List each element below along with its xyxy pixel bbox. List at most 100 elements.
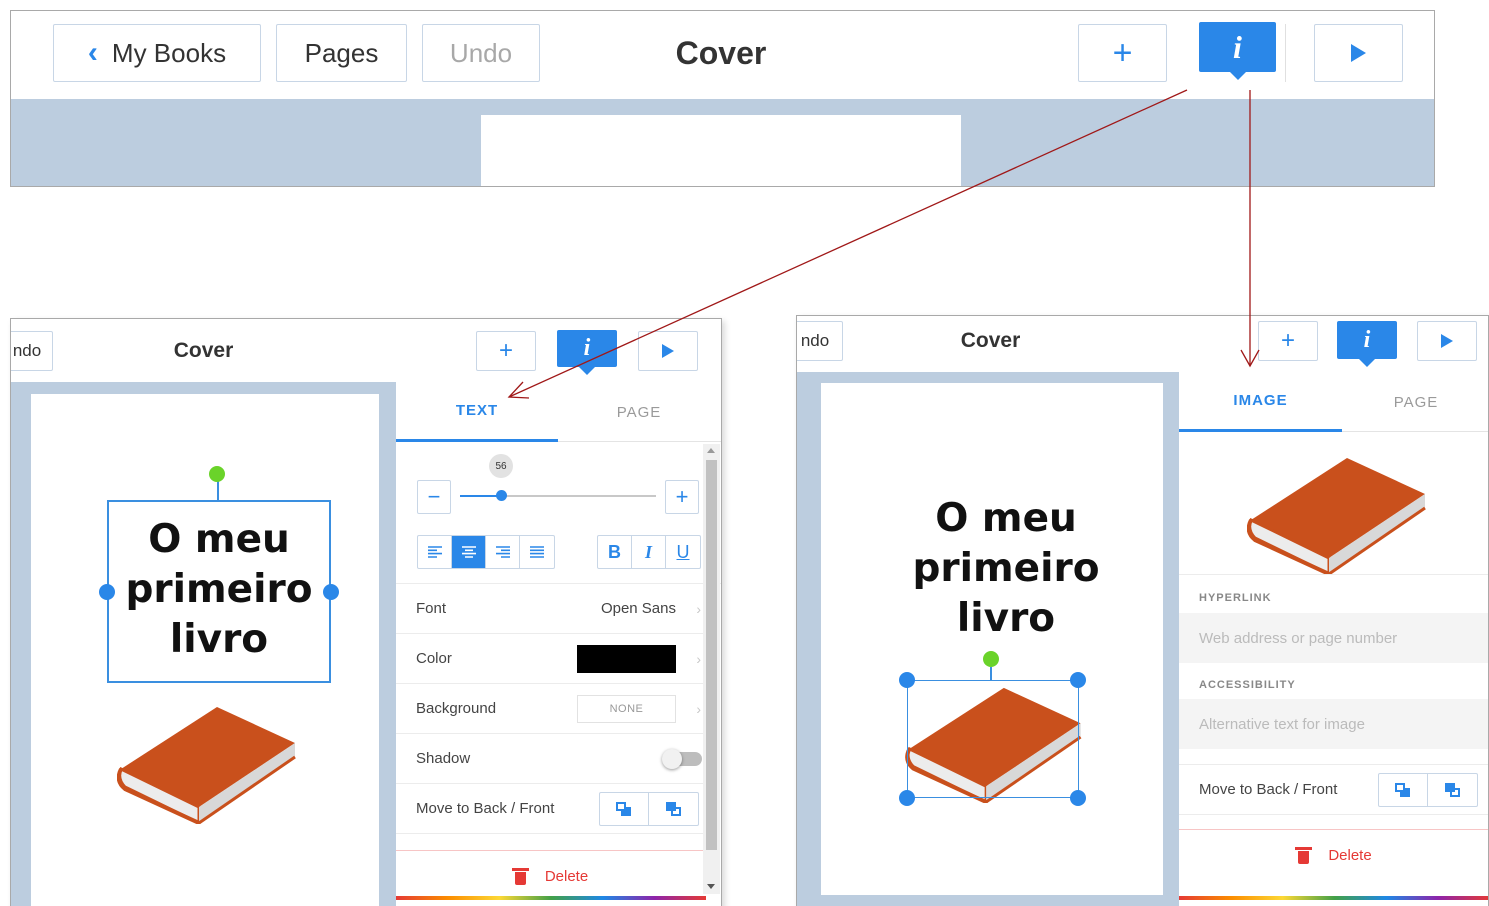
- play-icon: [1441, 334, 1453, 348]
- pages-button[interactable]: Pages: [276, 24, 407, 82]
- cover-line: O meu: [935, 496, 1077, 541]
- undo-button-partial[interactable]: ndo: [11, 331, 53, 371]
- top-toolbar: ‹ My Books Pages Undo Cover + i: [11, 11, 1434, 99]
- book-icon[interactable]: [117, 699, 297, 824]
- background-value[interactable]: NONE: [577, 695, 676, 723]
- top-editor-screenshot: ‹ My Books Pages Undo Cover + i: [10, 10, 1435, 187]
- cover-line: livro: [956, 596, 1056, 641]
- color-swatch[interactable]: [577, 645, 676, 673]
- undo-button[interactable]: Undo: [422, 24, 540, 82]
- bring-to-front-button[interactable]: [649, 793, 698, 825]
- info-button[interactable]: i: [1337, 321, 1397, 367]
- undo-button-partial[interactable]: ndo: [797, 321, 843, 361]
- undo-partial-label: ndo: [800, 331, 830, 350]
- rotate-connector: [990, 667, 992, 681]
- info-icon: i: [1233, 28, 1242, 65]
- add-button[interactable]: +: [476, 331, 536, 371]
- sidebar-tabs: TEXT PAGE: [396, 382, 721, 442]
- align-center-button[interactable]: [452, 536, 486, 568]
- align-right-button[interactable]: [486, 536, 520, 568]
- bring-to-front-button[interactable]: [1428, 774, 1477, 806]
- sidebar-tabs: IMAGE PAGE: [1179, 372, 1488, 432]
- resize-handle-bottom-right[interactable]: [1070, 790, 1086, 806]
- tab-text[interactable]: TEXT: [396, 382, 558, 442]
- move-order-row: Move to Back / Front: [396, 784, 706, 834]
- trash-icon: [511, 867, 529, 885]
- cover-page[interactable]: O meu primeiro livro: [821, 383, 1163, 895]
- scroll-up-icon[interactable]: [707, 448, 715, 453]
- cover-line: livro: [169, 617, 269, 662]
- tab-page[interactable]: PAGE: [558, 382, 720, 442]
- add-button[interactable]: +: [1258, 321, 1318, 361]
- align-left-button[interactable]: [418, 536, 452, 568]
- accessibility-section-title: ACCESSIBILITY: [1199, 679, 1296, 691]
- font-value: Open Sans: [600, 600, 676, 617]
- send-to-back-button[interactable]: [600, 793, 650, 825]
- align-justify-button[interactable]: [520, 536, 554, 568]
- toolbar-divider: [1285, 24, 1286, 82]
- alt-text-input[interactable]: Alternative text for image: [1179, 699, 1488, 749]
- rotate-handle[interactable]: [983, 651, 999, 667]
- resize-handle-top-left[interactable]: [899, 672, 915, 688]
- resize-handle-top-right[interactable]: [1070, 672, 1086, 688]
- shadow-row: Shadow: [396, 734, 706, 784]
- font-row[interactable]: Font Open Sans ›: [396, 584, 706, 634]
- minus-icon: −: [427, 484, 441, 509]
- resize-handle-bottom-left[interactable]: [899, 790, 915, 806]
- delete-button[interactable]: Delete: [1179, 830, 1488, 880]
- plus-icon: +: [1280, 327, 1295, 354]
- font-size-value-bubble: 56: [489, 454, 513, 478]
- info-button[interactable]: i: [557, 330, 617, 375]
- scroll-thumb[interactable]: [706, 460, 717, 850]
- info-button[interactable]: i: [1199, 22, 1276, 80]
- image-selection-box[interactable]: [907, 680, 1079, 798]
- align-justify-icon: [530, 546, 544, 558]
- hyperlink-input[interactable]: Web address or page number: [1179, 613, 1488, 663]
- my-books-button[interactable]: ‹ My Books: [53, 24, 261, 82]
- delete-button[interactable]: Delete: [396, 851, 706, 901]
- italic-button[interactable]: I: [632, 536, 666, 568]
- font-size-decrease-button[interactable]: −: [417, 480, 451, 514]
- play-button[interactable]: [1417, 321, 1477, 361]
- cover-title-text[interactable]: O meu primeiro livro: [841, 494, 1171, 644]
- tab-image[interactable]: IMAGE: [1179, 372, 1342, 432]
- cover-page[interactable]: O meu primeiro livro: [31, 394, 379, 906]
- hyperlink-section-title: HYPERLINK: [1199, 592, 1272, 604]
- move-order-label: Move to Back / Front: [1199, 781, 1338, 798]
- color-row[interactable]: Color ›: [396, 634, 706, 684]
- order-buttons: [1378, 773, 1478, 807]
- page-title: Cover: [960, 329, 1021, 352]
- properties-sidebar: IMAGE PAGE HYPERLINK Web address or page…: [1179, 372, 1488, 906]
- sidebar-scrollbar[interactable]: [703, 444, 720, 894]
- scroll-down-icon[interactable]: [707, 884, 715, 889]
- font-size-slider-thumb[interactable]: [496, 490, 507, 501]
- editor-canvas: O meu primeiro livro: [797, 372, 1179, 906]
- move-order-row: Move to Back / Front: [1179, 765, 1488, 815]
- send-to-back-button[interactable]: [1379, 774, 1429, 806]
- play-button[interactable]: [1314, 24, 1403, 82]
- image-properties-screenshot: ndo Cover + i O meu primeiro livro IMAGE…: [796, 315, 1489, 906]
- chevron-left-icon: ‹: [87, 36, 98, 69]
- tab-page[interactable]: PAGE: [1342, 372, 1488, 432]
- editor-canvas: O meu primeiro livro: [11, 382, 396, 906]
- font-size-increase-button[interactable]: +: [665, 480, 699, 514]
- plus-icon: +: [1112, 34, 1133, 72]
- undo-partial-label: ndo: [12, 341, 42, 360]
- play-button[interactable]: [638, 331, 698, 371]
- cover-title-text[interactable]: O meu primeiro livro: [107, 515, 331, 665]
- rainbow-bar: [396, 896, 706, 900]
- plus-icon: +: [498, 337, 513, 364]
- add-button[interactable]: +: [1078, 24, 1167, 82]
- cover-line: primeiro: [125, 567, 313, 612]
- top-page-preview: [481, 115, 961, 186]
- font-label: Font: [416, 600, 447, 617]
- rotate-handle[interactable]: [209, 466, 225, 482]
- underline-button[interactable]: U: [666, 536, 700, 568]
- bold-button[interactable]: B: [598, 536, 632, 568]
- background-row[interactable]: Background NONE ›: [396, 684, 706, 734]
- align-center-icon: [461, 546, 476, 558]
- book-icon: [1247, 458, 1426, 575]
- trash-icon: [1295, 846, 1313, 864]
- shadow-toggle-knob[interactable]: [662, 749, 682, 769]
- pages-label: Pages: [304, 37, 379, 68]
